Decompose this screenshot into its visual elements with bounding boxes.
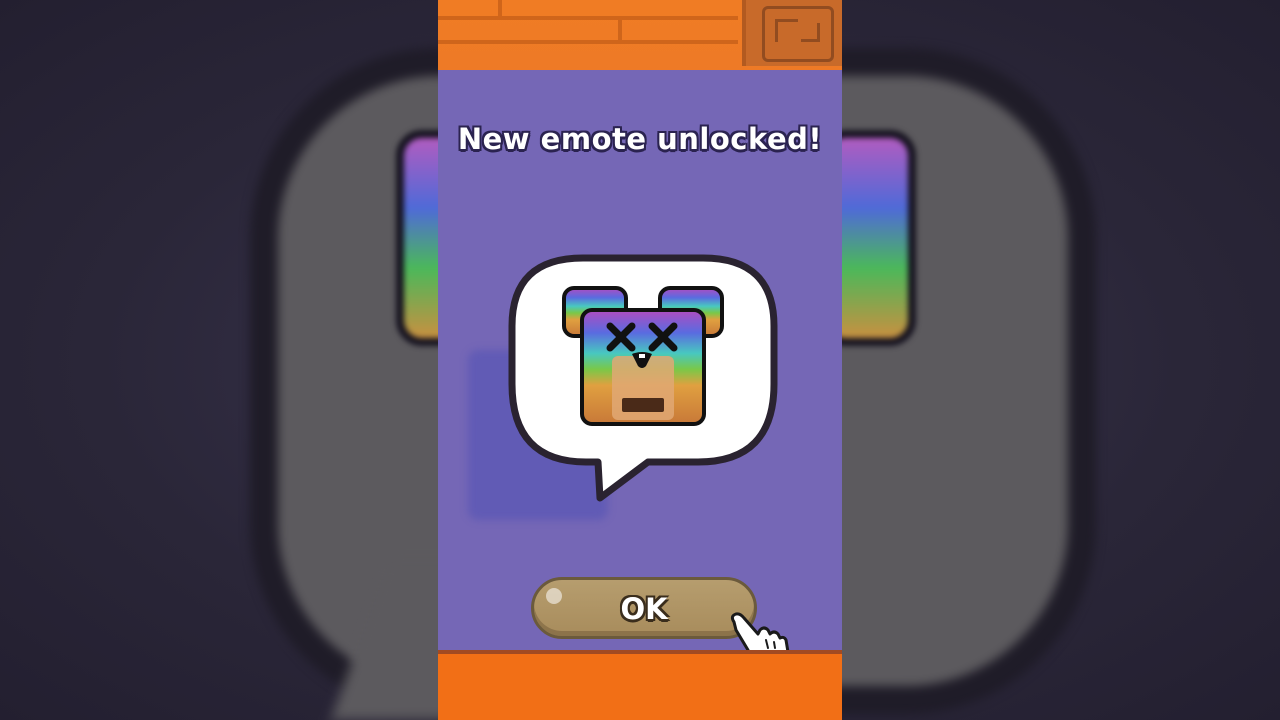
wall-decoration	[742, 0, 842, 66]
popup-title: New emote unlocked!	[457, 122, 823, 156]
brick-line	[438, 40, 738, 44]
brick-line	[438, 16, 738, 20]
orange-floor	[438, 650, 842, 720]
brick-line	[498, 0, 502, 16]
ok-button-label: OK	[620, 592, 668, 626]
spiral-glyph-icon	[762, 6, 834, 62]
ok-button[interactable]: OK	[531, 577, 757, 639]
game-screen: New emote unlocked! OK	[438, 0, 842, 720]
brick-wall	[438, 0, 842, 70]
brick-line	[618, 20, 622, 40]
emote-speech-bubble	[508, 254, 778, 502]
